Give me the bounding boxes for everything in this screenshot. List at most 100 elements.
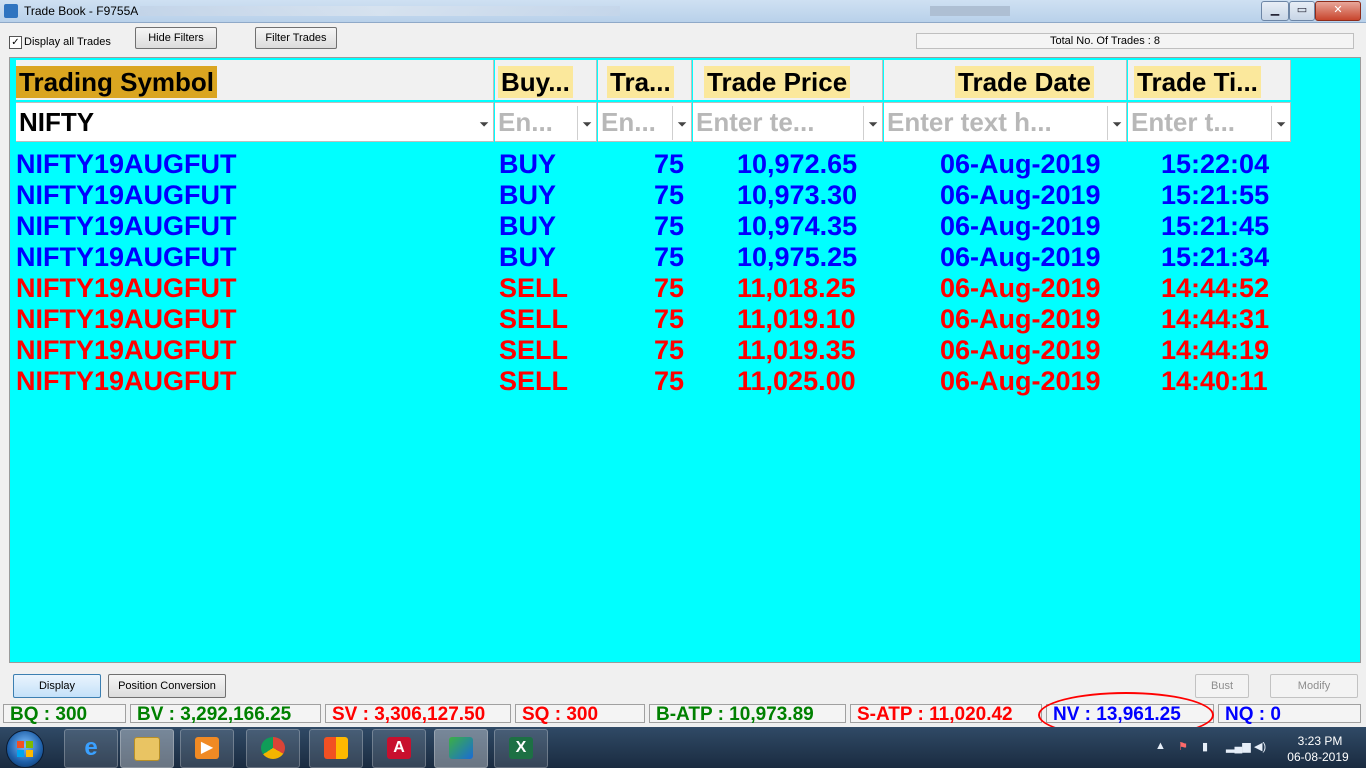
cell-qty: 75	[654, 335, 685, 365]
table-row[interactable]: NIFTY19AUGFUT BUY 75 10,974.35 06-Aug-20…	[16, 211, 1296, 242]
cell-symbol: NIFTY19AUGFUT	[16, 211, 237, 241]
explorer-icon	[134, 737, 160, 761]
filter-funnel-icon[interactable]: ⏷	[1112, 117, 1122, 132]
filter-placeholder: Enter t...	[1131, 107, 1236, 137]
col-buy-sell[interactable]: Buy...	[495, 60, 597, 100]
col-trading-symbol[interactable]: Trading Symbol	[16, 60, 494, 100]
filter-divider	[863, 106, 864, 140]
maximize-button[interactable]: ▭	[1289, 1, 1315, 21]
table-row[interactable]: NIFTY19AUGFUT BUY 75 10,972.65 06-Aug-20…	[16, 149, 1296, 180]
table-row[interactable]: NIFTY19AUGFUT SELL 75 11,019.10 06-Aug-2…	[16, 304, 1296, 335]
trading-app-icon	[449, 737, 473, 759]
taskbar-acrobat[interactable]: A	[372, 729, 426, 768]
filter-buy-sell[interactable]: En... ⏷	[495, 102, 597, 142]
col-trade-date[interactable]: Trade Date	[884, 60, 1127, 100]
cell-side: BUY	[499, 211, 557, 241]
display-all-label: Display all Trades	[24, 36, 111, 48]
cell-symbol: NIFTY19AUGFUT	[16, 366, 237, 396]
tray-expand-icon[interactable]: ▲	[1155, 740, 1166, 752]
cell-time: 15:22:04	[1161, 149, 1270, 179]
table-row[interactable]: NIFTY19AUGFUT SELL 75 11,018.25 06-Aug-2…	[16, 273, 1296, 304]
clock-date[interactable]: 06-08-2019	[1283, 750, 1353, 764]
filter-funnel-icon[interactable]: ⏷	[582, 117, 592, 132]
hide-filters-button[interactable]: Hide Filters	[135, 27, 217, 49]
table-row[interactable]: NIFTY19AUGFUT BUY 75 10,975.25 06-Aug-20…	[16, 242, 1296, 273]
filter-trade-time[interactable]: Enter t... ⏷	[1128, 102, 1291, 142]
cell-side: SELL	[499, 304, 569, 334]
table-row[interactable]: NIFTY19AUGFUT SELL 75 11,019.35 06-Aug-2…	[16, 335, 1296, 366]
col-trade-qty[interactable]: Tra...	[598, 60, 692, 100]
cell-date: 06-Aug-2019	[940, 335, 1101, 365]
col-trade-price[interactable]: Trade Price	[693, 60, 883, 100]
display-all-checkbox[interactable]: ✓	[9, 36, 22, 49]
cell-qty: 75	[654, 242, 685, 272]
status-s-atp: S-ATP : 11,020.42	[850, 704, 1042, 724]
col-header-label: Tra...	[607, 66, 674, 98]
status-b-atp: B-ATP : 10,973.89	[649, 704, 846, 724]
power-icon[interactable]: ▮	[1202, 740, 1208, 753]
filter-divider	[577, 106, 578, 140]
cell-price: 11,019.35	[737, 335, 856, 365]
taskbar-chrome[interactable]	[246, 729, 300, 768]
filter-divider	[672, 106, 673, 140]
cell-time: 15:21:45	[1161, 211, 1270, 241]
trade-grid[interactable]: Trading Symbol Buy... Tra... Trade Price…	[9, 57, 1361, 663]
filter-trading-symbol[interactable]: NIFTY ⏷	[16, 102, 494, 142]
filter-trade-price[interactable]: Enter te... ⏷	[693, 102, 883, 142]
filter-placeholder: Enter te...	[696, 107, 815, 137]
filter-divider	[1107, 106, 1108, 140]
status-bv: BV : 3,292,166.25	[130, 704, 321, 724]
minimize-button[interactable]: ▁	[1261, 1, 1289, 21]
filter-trades-button[interactable]: Filter Trades	[255, 27, 337, 49]
position-conversion-button[interactable]: Position Conversion	[108, 674, 226, 698]
volume-icon[interactable]: ◀)	[1254, 740, 1266, 753]
network-warning-icon[interactable]: ⚑	[1178, 740, 1188, 753]
taskbar-ie[interactable]: e	[64, 729, 118, 768]
taskbar-explorer[interactable]	[120, 729, 174, 768]
cell-price: 10,974.35	[737, 211, 858, 241]
taskbar-excel[interactable]: X	[494, 729, 548, 768]
cell-qty: 75	[654, 149, 685, 179]
modify-button[interactable]: Modify	[1270, 674, 1358, 698]
title-blurred-text-2	[930, 6, 1010, 16]
taskbar-media-player[interactable]: ▶	[180, 729, 234, 768]
filter-funnel-icon[interactable]: ⏷	[1276, 117, 1286, 132]
signal-icon[interactable]: ▂▄▆	[1226, 740, 1251, 753]
filter-placeholder: En...	[498, 107, 553, 137]
filter-placeholder: Enter text h...	[887, 107, 1052, 137]
cell-time: 14:44:52	[1161, 273, 1270, 303]
taskbar-trading-app[interactable]	[434, 729, 488, 768]
cell-date: 06-Aug-2019	[940, 304, 1101, 334]
col-header-label: Trade Ti...	[1134, 66, 1261, 98]
filter-trade-qty[interactable]: En... ⏷	[598, 102, 692, 142]
total-trades-text: Total No. Of Trades : 8	[1049, 35, 1161, 47]
table-row[interactable]: NIFTY19AUGFUT SELL 75 11,025.00 06-Aug-2…	[16, 366, 1296, 397]
close-button[interactable]: ✕	[1315, 1, 1361, 21]
cell-date: 06-Aug-2019	[940, 366, 1101, 396]
cell-time: 14:44:19	[1161, 335, 1270, 365]
table-row[interactable]: NIFTY19AUGFUT BUY 75 10,973.30 06-Aug-20…	[16, 180, 1296, 211]
ie-icon: e	[84, 734, 98, 761]
cell-side: SELL	[499, 366, 569, 396]
col-trade-time[interactable]: Trade Ti...	[1128, 60, 1291, 100]
cell-symbol: NIFTY19AUGFUT	[16, 180, 237, 210]
cell-qty: 75	[654, 273, 685, 303]
clock-time[interactable]: 3:23 PM	[1290, 734, 1350, 748]
cell-symbol: NIFTY19AUGFUT	[16, 149, 237, 179]
bust-button[interactable]: Bust	[1195, 674, 1249, 698]
taskbar: e ▶ A X ▲ ⚑ ▮ ▂▄▆ ◀) 3:23 PM 06-08-2019	[0, 727, 1366, 768]
cell-side: BUY	[499, 180, 557, 210]
excel-icon: X	[509, 737, 533, 759]
filter-funnel-icon[interactable]: ⏷	[479, 117, 489, 132]
cell-time: 14:44:31	[1161, 304, 1270, 334]
filter-trade-date[interactable]: Enter text h... ⏷	[884, 102, 1127, 142]
filter-funnel-icon[interactable]: ⏷	[868, 117, 878, 132]
display-button[interactable]: Display	[13, 674, 101, 698]
filter-funnel-icon[interactable]: ⏷	[677, 117, 687, 132]
cell-time: 14:40:11	[1161, 366, 1268, 396]
taskbar-office[interactable]	[309, 729, 363, 768]
cell-symbol: NIFTY19AUGFUT	[16, 335, 237, 365]
office-icon	[324, 737, 348, 759]
start-button[interactable]	[6, 730, 44, 768]
status-sq: SQ : 300	[515, 704, 645, 724]
